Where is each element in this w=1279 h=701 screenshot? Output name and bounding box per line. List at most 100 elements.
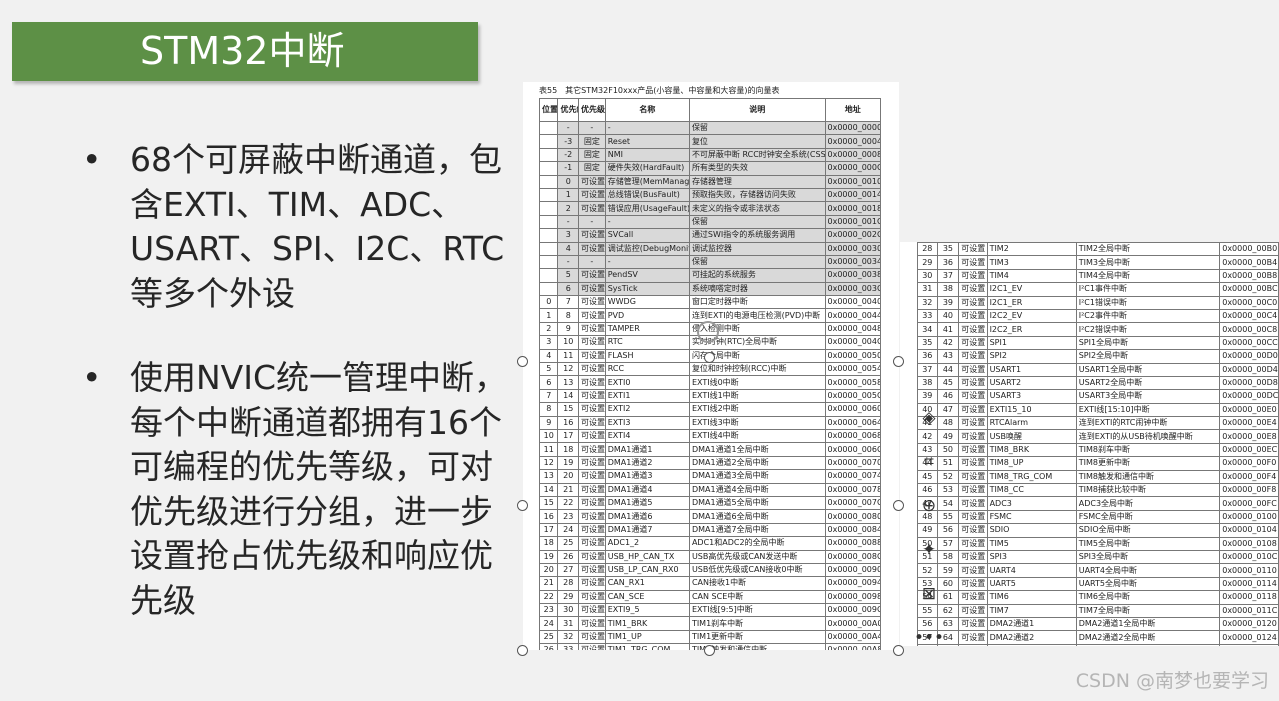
more-icon[interactable]: ••• bbox=[914, 616, 944, 660]
table-cell: SPI1全局中断 bbox=[1075, 335, 1221, 351]
table-cell: 0x0000_010C bbox=[1219, 549, 1279, 565]
table-row: 6 可设置 SysTick 系统嘀嗒定时器 0x0000_003C bbox=[538, 281, 882, 297]
table-cell: 不可屏蔽中断 RCC时钟安全系统(CSS)联接到NMI向量 bbox=[688, 147, 826, 163]
table-cell: 0x0000_0048 bbox=[824, 321, 882, 337]
column-header: 优先级类型 bbox=[578, 98, 606, 122]
table-cell: SPI3 bbox=[986, 549, 1077, 565]
table-cell: DMA2通道2 bbox=[986, 630, 1077, 645]
table-cell: DMA2通道3全局中断 bbox=[1075, 643, 1221, 646]
resize-handle[interactable] bbox=[704, 352, 715, 363]
table-row: 30 37 可设置 TIM4 TIM4全局中断 0x0000_00B8 bbox=[917, 268, 1279, 284]
resize-handle[interactable] bbox=[893, 500, 904, 511]
bullet-dot: • bbox=[82, 140, 102, 179]
resize-handle[interactable] bbox=[893, 356, 904, 367]
magic-wand-icon[interactable]: ✦ bbox=[914, 528, 944, 572]
table-cell: SysTick bbox=[604, 281, 690, 297]
table-cell: 存储器管理 bbox=[688, 174, 826, 189]
table-cell: 0x0000_00C0 bbox=[1219, 295, 1279, 310]
layers-icon[interactable]: ◈ bbox=[914, 396, 944, 440]
table-row: 34 41 可设置 I2C2_ER I²C2错误中断 0x0000_00C8 bbox=[917, 322, 1279, 337]
table-cell: 0x0000_0120 bbox=[1219, 616, 1279, 632]
table-cell: 可设置 bbox=[958, 255, 988, 270]
ai-image-icon[interactable]: ⊠ bbox=[914, 572, 944, 616]
vector-table-continued: 28 35 可设置 TIM2 TIM2全局中断 0x0000_00B0 29 36 可设置 TIM… bbox=[917, 242, 1279, 646]
rotate-icon[interactable] bbox=[697, 321, 719, 343]
table-cell: TIM2 bbox=[986, 242, 1077, 257]
bullet-text: 使用NVIC统一管理中断，每个中断通道都拥有16个可编程的优先等级，可对优先级进… bbox=[130, 358, 508, 620]
table-cell: I2C1_EV bbox=[986, 282, 1077, 297]
table-cell: Reset bbox=[604, 134, 690, 149]
table-cell: 0x0000_00FC bbox=[1219, 496, 1279, 511]
table-cell: 可设置 bbox=[958, 349, 988, 364]
table-cell: 0x0000_0118 bbox=[1219, 590, 1279, 605]
image-toolbar: ◈ ⌗ ⊕ ✦ ⊠ ••• bbox=[914, 396, 944, 660]
table-cell: 0x0000_00E4 bbox=[1219, 416, 1279, 431]
table-cell: 0x0000_0104 bbox=[1219, 523, 1279, 538]
table-cell: 0x0000_00F8 bbox=[1219, 483, 1279, 498]
table-row: 0 可设置 存储管理(MemManage) 存储器管理 0x0000_0010 bbox=[538, 174, 882, 189]
table-cell: 5 bbox=[557, 268, 580, 283]
table-cell: I²C1事件中断 bbox=[1075, 282, 1221, 297]
watermark: CSDN @南梦也要学习 bbox=[1075, 670, 1269, 692]
table-row: 49 56 可设置 SDIO SDIO全局中断 0x0000_0104 bbox=[917, 523, 1279, 538]
table-cell: TIM8更新中断 bbox=[1075, 456, 1221, 471]
table-cell: 调试监控(DebugMonitor) bbox=[604, 241, 690, 256]
table-cell: 可设置 bbox=[578, 308, 606, 323]
table-cell: I2C2_ER bbox=[986, 322, 1077, 337]
table-row: 3 可设置 SVCall 通过SWI指令的系统服务调用 0x0000_002C bbox=[538, 228, 882, 243]
table-cell: UART4全局中断 bbox=[1075, 563, 1221, 578]
table-cell: SPI1 bbox=[986, 335, 1077, 351]
table-cell: 可设置 bbox=[578, 321, 606, 337]
table-row: 0 7 可设置 WWDG 窗口定时器中断 0x0000_0040 bbox=[538, 295, 882, 310]
table-cell: 可设置 bbox=[958, 469, 988, 485]
table-cell: 0x0000_0110 bbox=[1219, 563, 1279, 578]
table-cell: USB唤醒 bbox=[986, 429, 1077, 444]
resize-handle[interactable] bbox=[517, 500, 528, 511]
table-cell: - bbox=[604, 120, 690, 136]
table-cell: 0x0000_00B4 bbox=[1219, 255, 1279, 270]
table-cell bbox=[538, 268, 559, 283]
table-cell: 系统嘀嗒定时器 bbox=[688, 281, 826, 297]
table-cell: 0x0000_0124 bbox=[1219, 630, 1279, 645]
table-cell: 可设置 bbox=[958, 576, 988, 592]
table-cell: SPI3全局中断 bbox=[1075, 549, 1221, 565]
resize-handle[interactable] bbox=[704, 645, 715, 656]
table-cell: 可设置 bbox=[958, 590, 988, 605]
vector-table-image-right[interactable]: 28 35 可设置 TIM2 TIM2全局中断 0x0000_00B0 29 36 可设置 TIM… bbox=[900, 242, 1279, 646]
table-cell bbox=[538, 147, 559, 163]
table-cell: ADC3全局中断 bbox=[1075, 496, 1221, 511]
table-cell: 34 bbox=[917, 322, 938, 337]
resize-handle[interactable] bbox=[517, 645, 528, 656]
table-cell: 0x0000_00EC bbox=[1219, 442, 1279, 458]
table-row: -3 固定 Reset 复位 0x0000_0004 bbox=[538, 134, 882, 149]
table-cell: UART5全局中断 bbox=[1075, 576, 1221, 592]
table-cell: PendSV bbox=[604, 268, 690, 283]
table-cell: EXTI线[15:10]中断 bbox=[1075, 402, 1221, 418]
table-cell: 0x0000_00E0 bbox=[1219, 402, 1279, 418]
table-cell: 33 bbox=[917, 308, 938, 324]
table-cell: 0x0000_00BC bbox=[1219, 282, 1279, 297]
table-row: 2 可设置 错误应用(UsageFault) 未定义的指令或非法状态 0x0000_00… bbox=[538, 201, 882, 216]
table-cell: TAMPER bbox=[604, 321, 690, 337]
table-cell: 0x0000_00D8 bbox=[1219, 375, 1279, 391]
table-cell: 0x0000_001C ~0x0000_002B bbox=[824, 214, 882, 230]
table-cell: 可设置 bbox=[958, 282, 988, 297]
table-cell: 可设置 bbox=[578, 228, 606, 243]
table-cell: TIM5全局中断 bbox=[1075, 536, 1221, 551]
resize-handle[interactable] bbox=[893, 645, 904, 656]
table-cell bbox=[538, 241, 559, 256]
table-row: -2固定NMI不可屏蔽中断 RCC时钟安全系统(CSS)联接到NMI向量0x00… bbox=[538, 147, 882, 163]
table-cell: 可设置 bbox=[958, 630, 988, 645]
table-cell: 36 bbox=[936, 255, 960, 270]
resize-handle[interactable] bbox=[517, 356, 528, 367]
table-row: 54 61 可设置 TIM6 TIM6全局中断 0x0000_0118 bbox=[917, 590, 1279, 605]
column-header: 名称 bbox=[604, 98, 690, 122]
crop-icon[interactable]: ⌗ bbox=[914, 440, 944, 484]
table-cell: 0x0000_0018 bbox=[824, 201, 882, 216]
table-cell: 0x0000_000C bbox=[824, 161, 882, 176]
table-cell: 0x0000_0034 bbox=[824, 254, 882, 270]
zoom-in-icon[interactable]: ⊕ bbox=[914, 484, 944, 528]
table-cell bbox=[538, 254, 559, 270]
table-row: 56 63 可设置 DMA2通道1 DMA2通道1全局中断 0x0000_0120 bbox=[917, 616, 1279, 632]
table-row: 55 62 可设置 TIM7 TIM7全局中断 0x0000_011C bbox=[917, 603, 1279, 618]
